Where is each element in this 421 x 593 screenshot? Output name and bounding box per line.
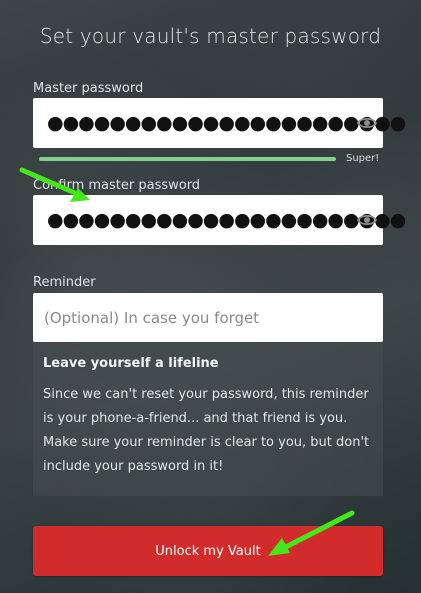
- page-title: Set your vault's master password: [39, 24, 382, 48]
- reminder-placeholder: (Optional) In case you forget: [44, 308, 260, 327]
- hint-title: Leave yourself a lifeline: [43, 356, 219, 371]
- reminder-hint-box: Leave yourself a lifeline Since we can't…: [33, 342, 383, 496]
- hint-body: Since we can't reset your password, this…: [43, 387, 370, 474]
- strength-meter: [39, 157, 336, 161]
- confirm-password-value: ●●●●●●●●●●●●●●●●●●●●●●●: [47, 209, 406, 231]
- reminder-label: Reminder: [33, 275, 96, 290]
- unlock-vault-button[interactable]: Unlock my Vault: [33, 526, 383, 576]
- confirm-password-label: Confirm master password: [33, 178, 201, 193]
- strength-label: Super!: [346, 153, 380, 164]
- master-password-label: Master password: [33, 81, 144, 96]
- eye-icon[interactable]: [357, 213, 377, 227]
- master-password-field[interactable]: ●●●●●●●●●●●●●●●●●●●●●●●: [33, 98, 406, 148]
- master-password-value: ●●●●●●●●●●●●●●●●●●●●●●●: [47, 112, 406, 134]
- reminder-field[interactable]: (Optional) In case you forget: [33, 293, 383, 342]
- confirm-password-field[interactable]: ●●●●●●●●●●●●●●●●●●●●●●●: [33, 195, 406, 245]
- eye-icon[interactable]: [357, 116, 377, 130]
